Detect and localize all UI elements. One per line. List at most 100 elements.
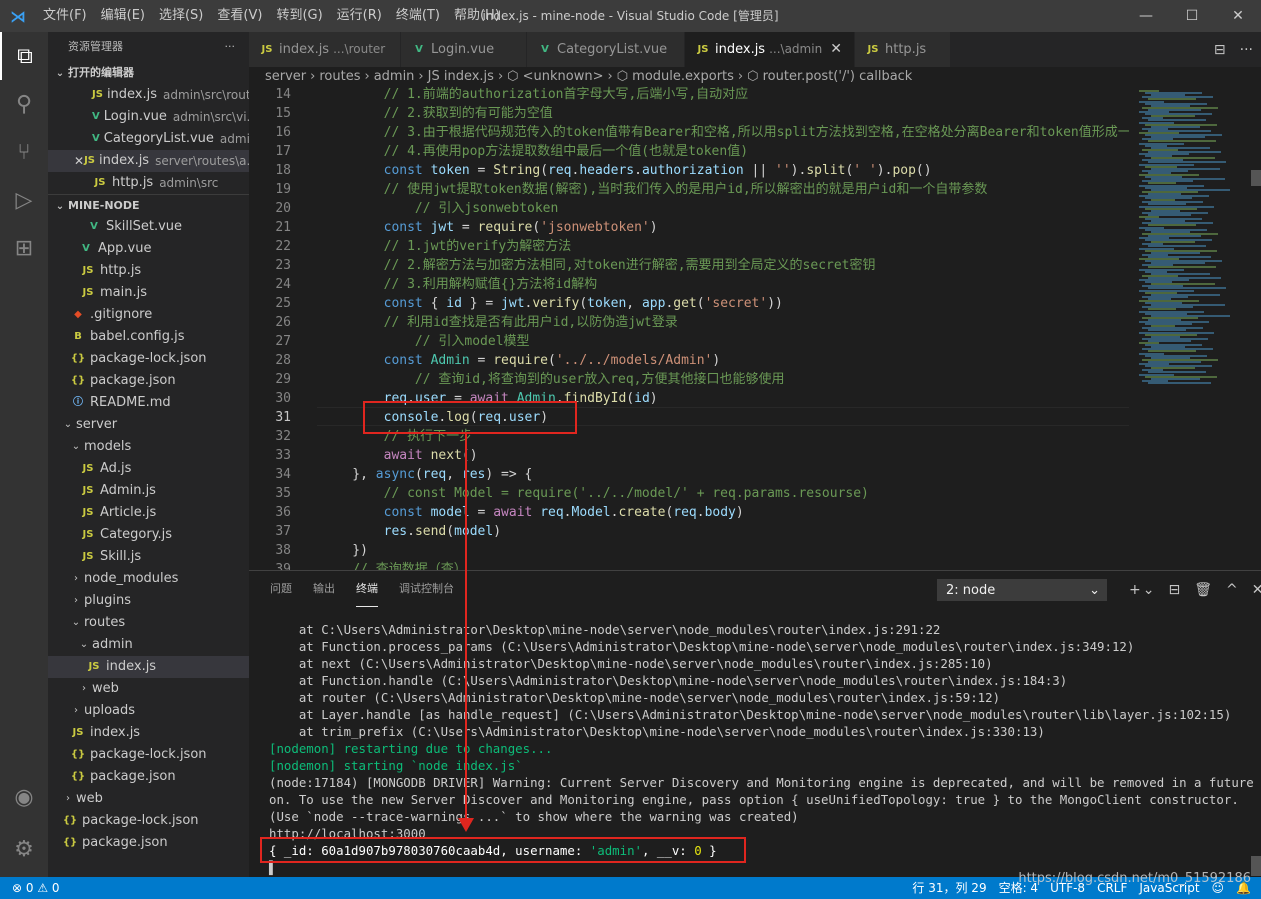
code-line[interactable]: 28 const Admin = require('../../models/A…: [249, 351, 1129, 370]
breadcrumb-item[interactable]: server: [265, 69, 306, 84]
tree-file[interactable]: JS http.js: [48, 260, 249, 282]
breadcrumb-item[interactable]: routes: [319, 69, 360, 84]
tab-problems[interactable]: 问题: [270, 571, 292, 607]
source-control-icon[interactable]: ⑂: [0, 128, 48, 176]
minimize-button[interactable]: —: [1123, 0, 1169, 32]
menu-view[interactable]: 查看(V): [210, 0, 269, 32]
tree-folder[interactable]: › web: [48, 788, 249, 810]
tree-file[interactable]: {} package.json: [48, 832, 249, 854]
breadcrumb-item[interactable]: ⬡ module.exports: [617, 69, 734, 84]
maximize-panel-icon[interactable]: ^: [1226, 582, 1238, 598]
terminal-select[interactable]: 2: node ⌄: [937, 579, 1107, 601]
code-line[interactable]: 38 }): [249, 541, 1129, 560]
code-line[interactable]: 23 // 2.解密方法与加密方法相同,对token进行解密,需要用到全局定义的…: [249, 256, 1129, 275]
scrollbar-thumb[interactable]: [1251, 170, 1261, 186]
tree-file[interactable]: JS Ad.js: [48, 458, 249, 480]
open-editor-item[interactable]: VLogin.vue admin\src\vi...: [48, 106, 249, 128]
tree-folder[interactable]: ⌄ server: [48, 414, 249, 436]
account-icon[interactable]: ◉: [0, 773, 48, 821]
code-line[interactable]: 14 // 1.前端的authorization首字母大写,后端小写,自动对应: [249, 86, 1129, 104]
editor-tab[interactable]: V CategoryList.vue: [527, 32, 685, 67]
cursor-position[interactable]: 行 31，列 29: [912, 877, 986, 899]
menu-file[interactable]: 文件(F): [36, 0, 94, 32]
split-editor-icon[interactable]: ⊟: [1214, 42, 1226, 58]
terminal-scrollbar-thumb[interactable]: [1251, 856, 1261, 876]
close-window-button[interactable]: ✕: [1215, 0, 1261, 32]
breadcrumb-item[interactable]: ⬡ <unknown>: [507, 69, 603, 84]
menu-help[interactable]: 帮助(H): [447, 0, 507, 32]
tab-output[interactable]: 输出: [313, 571, 335, 607]
tree-folder[interactable]: › web: [48, 678, 249, 700]
close-tab-icon[interactable]: ✕: [830, 32, 842, 67]
tree-file[interactable]: JS index.js: [48, 722, 249, 744]
code-line[interactable]: 17 // 4.再使用pop方法提取数组中最后一个值(也就是token值): [249, 142, 1129, 161]
tree-folder[interactable]: › uploads: [48, 700, 249, 722]
code-line[interactable]: 22 // 1.jwt的verify为解密方法: [249, 237, 1129, 256]
code-line[interactable]: 18 const token = String(req.headers.auth…: [249, 161, 1129, 180]
code-line[interactable]: 21 const jwt = require('jsonwebtoken'): [249, 218, 1129, 237]
menu-selection[interactable]: 选择(S): [152, 0, 210, 32]
open-editor-item[interactable]: JSindex.js admin\src\router: [48, 84, 249, 106]
menu-edit[interactable]: 编辑(E): [94, 0, 152, 32]
menu-run[interactable]: 运行(R): [330, 0, 389, 32]
code-line[interactable]: 39 // 查询数据（查）: [249, 560, 1129, 570]
close-panel-icon[interactable]: ✕: [1252, 582, 1261, 598]
code-line[interactable]: 29 // 查询id,将查询到的user放入req,方便其他接口也能够使用: [249, 370, 1129, 389]
tree-file[interactable]: JS index.js: [48, 656, 249, 678]
tree-file[interactable]: {} package.json: [48, 766, 249, 788]
tree-file[interactable]: JS Skill.js: [48, 546, 249, 568]
tree-file[interactable]: Bbabel.config.js: [48, 326, 249, 348]
menu-terminal[interactable]: 终端(T): [389, 0, 447, 32]
tree-file[interactable]: {} package-lock.json: [48, 810, 249, 832]
breadcrumb-item[interactable]: JS index.js: [428, 69, 494, 84]
new-terminal-icon[interactable]: +: [1129, 582, 1141, 598]
gear-icon[interactable]: ⚙: [0, 825, 48, 873]
editor-tab[interactable]: V Login.vue: [401, 32, 527, 67]
code-line[interactable]: 34 }, async(req, res) => {: [249, 465, 1129, 484]
extensions-icon[interactable]: ⊞: [0, 224, 48, 272]
code-line[interactable]: 25 const { id } = jwt.verify(token, app.…: [249, 294, 1129, 313]
problems-indicator[interactable]: ⊗ 0 ⚠ 0: [12, 877, 60, 899]
tab-debug-console[interactable]: 调试控制台: [399, 571, 454, 607]
code-line[interactable]: 37 res.send(model): [249, 522, 1129, 541]
open-editor-item[interactable]: JS http.js admin\src: [48, 172, 249, 194]
tab-terminal[interactable]: 终端: [356, 571, 378, 607]
tree-file[interactable]: {} package.json: [48, 370, 249, 392]
code-line[interactable]: 36 const model = await req.Model.create(…: [249, 503, 1129, 522]
code-line[interactable]: 27 // 引入model模型: [249, 332, 1129, 351]
close-icon[interactable]: ✕: [74, 150, 84, 172]
search-icon[interactable]: ⚲: [0, 80, 48, 128]
tree-file[interactable]: JS Article.js: [48, 502, 249, 524]
open-editors-section[interactable]: ⌄ 打开的编辑器: [48, 62, 249, 84]
more-actions-icon[interactable]: ···: [225, 32, 236, 62]
code-line[interactable]: 35 // const Model = require('../../model…: [249, 484, 1129, 503]
tree-folder[interactable]: ⌄ routes: [48, 612, 249, 634]
tree-file[interactable]: JS main.js: [48, 282, 249, 304]
breadcrumb-item[interactable]: admin: [374, 69, 415, 84]
chevron-down-icon[interactable]: ⌄: [1143, 582, 1155, 598]
tree-folder[interactable]: ⌄ models: [48, 436, 249, 458]
code-line[interactable]: 26 // 利用id查找是否有此用户id,以防伪造jwt登录: [249, 313, 1129, 332]
code-line[interactable]: 24 // 3.利用解构赋值{}方法将id解构: [249, 275, 1129, 294]
open-editor-item[interactable]: VCategoryList.vue admi...: [48, 128, 249, 150]
tree-file[interactable]: JS Admin.js: [48, 480, 249, 502]
tree-file[interactable]: {} package-lock.json: [48, 348, 249, 370]
menu-go[interactable]: 转到(G): [269, 0, 329, 32]
tree-file[interactable]: V SkillSet.vue: [48, 216, 249, 238]
tree-file[interactable]: ◆ .gitignore: [48, 304, 249, 326]
files-icon[interactable]: ⧉: [0, 32, 48, 80]
code-line[interactable]: 19 // 使用jwt提取token数据(解密),当时我们传入的是用户id,所以…: [249, 180, 1129, 199]
code-line[interactable]: 15 // 2.获取到的有可能为空值: [249, 104, 1129, 123]
split-terminal-icon[interactable]: ⊟: [1168, 582, 1180, 598]
project-section[interactable]: ⌄ MINE-NODE: [48, 194, 249, 216]
editor-scrollbar[interactable]: [1249, 86, 1261, 570]
tree-folder[interactable]: › plugins: [48, 590, 249, 612]
editor-tab[interactable]: JS index.js ...\admin ✕: [685, 32, 855, 67]
breadcrumb-item[interactable]: ⬡ router.post('/') callback: [747, 69, 912, 84]
tree-file[interactable]: JS Category.js: [48, 524, 249, 546]
open-editor-item[interactable]: ✕ JS index.js server\routes\a...: [48, 150, 249, 172]
debug-icon[interactable]: ▷: [0, 176, 48, 224]
code-line[interactable]: 20 // 引入jsonwebtoken: [249, 199, 1129, 218]
code-line[interactable]: 33 await next(): [249, 446, 1129, 465]
code-line[interactable]: 16 // 3.由于根据代码规范传入的token值带有Bearer和空格,所以用…: [249, 123, 1129, 142]
